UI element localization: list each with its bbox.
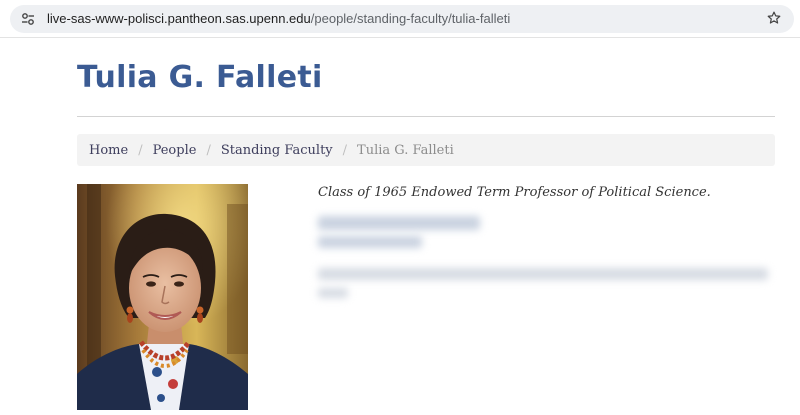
breadcrumb-standing-faculty[interactable]: Standing Faculty xyxy=(221,143,333,158)
title-divider xyxy=(77,116,775,117)
browser-toolbar: live-sas-www-polisci.pantheon.sas.upenn.… xyxy=(0,0,800,38)
breadcrumb-separator: / xyxy=(138,142,143,158)
url-path: /people/standing-faculty/tulia-falleti xyxy=(310,11,511,26)
breadcrumb-separator: / xyxy=(206,142,211,158)
redacted-bio-line xyxy=(318,268,768,280)
star-outline-icon[interactable] xyxy=(766,10,782,26)
address-bar[interactable]: live-sas-www-polisci.pantheon.sas.upenn.… xyxy=(10,5,794,33)
breadcrumb-current: Tulia G. Falleti xyxy=(357,142,454,158)
tune-icon[interactable] xyxy=(20,11,36,27)
url-host: live-sas-www-polisci.pantheon.sas.upenn.… xyxy=(47,11,311,26)
redacted-contact-line xyxy=(318,236,422,248)
breadcrumb-separator: / xyxy=(342,142,348,158)
breadcrumb: Home / People / Standing Faculty / Tulia… xyxy=(77,134,775,166)
breadcrumb-people[interactable]: People xyxy=(153,143,197,158)
redacted-contact-line xyxy=(318,216,480,230)
faculty-title: Class of 1965 Endowed Term Professor of … xyxy=(318,185,711,200)
redacted-bio-line xyxy=(318,288,348,298)
url-text[interactable]: live-sas-www-polisci.pantheon.sas.upenn.… xyxy=(47,11,510,26)
page-title: Tulia G. Falleti xyxy=(77,60,323,95)
breadcrumb-home[interactable]: Home xyxy=(89,143,128,158)
faculty-portrait xyxy=(77,184,248,410)
